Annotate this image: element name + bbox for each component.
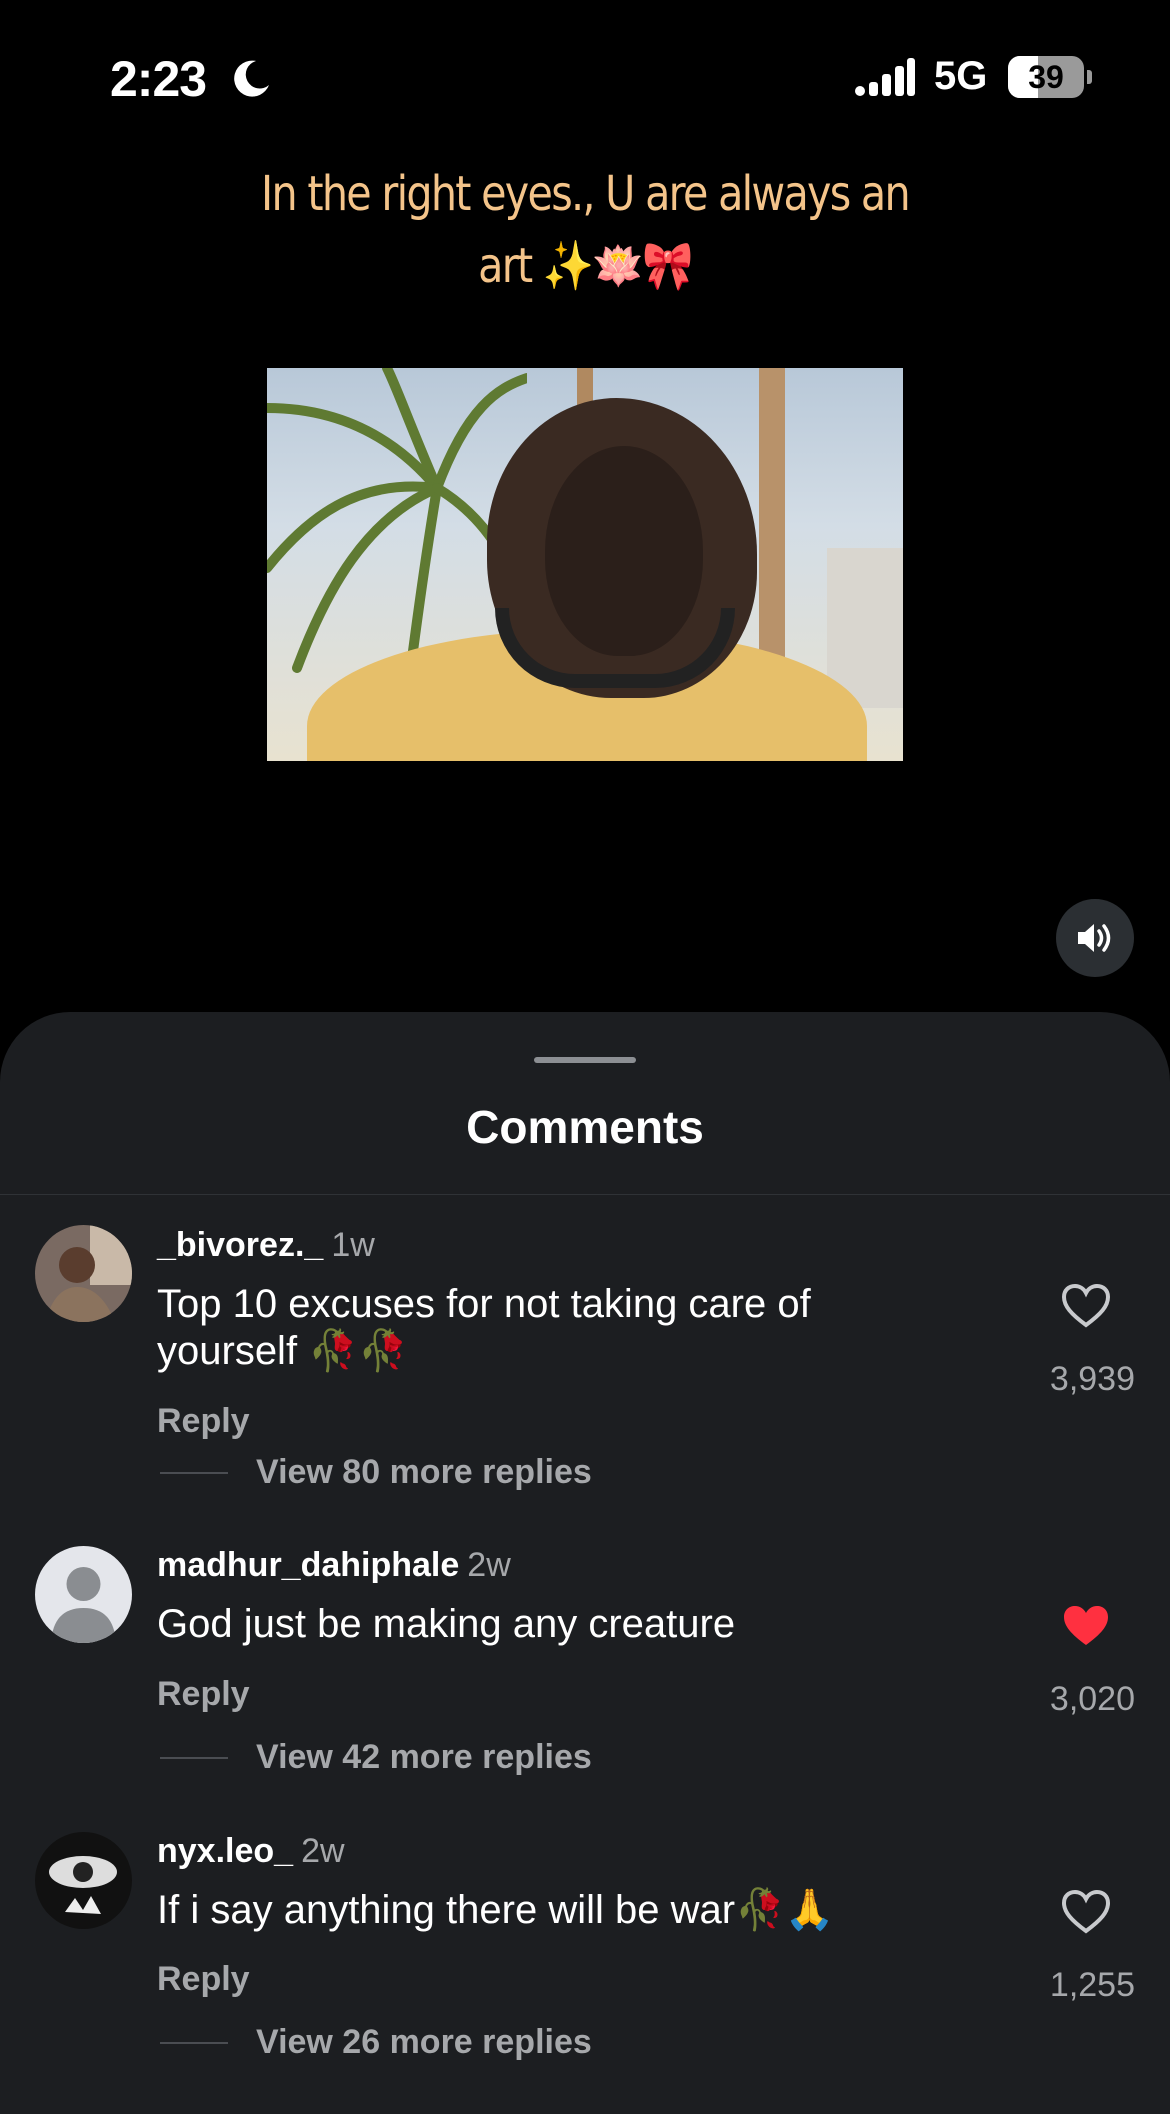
post-caption: In the right eyes., U are always an art … [261, 166, 911, 294]
comment-time: 2w [301, 1832, 345, 1870]
like-count: 3,020 [1049, 1680, 1135, 1718]
comment-time: 2w [467, 1546, 511, 1584]
battery-level: 39 [1028, 59, 1064, 95]
username-text[interactable]: _bivorez._ [157, 1226, 323, 1264]
comment-time: 1w [331, 1226, 375, 1264]
moon-icon [234, 60, 269, 97]
comment-username[interactable]: nyx.leo_ 2w [157, 1832, 345, 1871]
username-text[interactable]: madhur_dahiphale [157, 1546, 459, 1584]
network-type: 5G [934, 54, 988, 98]
battery-icon: 39 [1008, 56, 1084, 98]
view-replies-button[interactable]: View 42 more replies [256, 1738, 592, 1777]
comment-text: If i say anything there will be war🥀🙏 [157, 1888, 835, 1932]
divider [0, 1194, 1170, 1195]
like-count: 3,939 [1049, 1360, 1135, 1398]
comment-text: Top 10 excuses for not taking care of yo… [157, 1282, 811, 1373]
default-avatar-icon [35, 1546, 132, 1643]
view-replies-button[interactable]: View 80 more replies [256, 1453, 592, 1492]
view-replies-button[interactable]: View 26 more replies [256, 2023, 592, 2062]
comments-title: Comments [466, 1101, 704, 1153]
thread-line [160, 1472, 228, 1474]
comment-username[interactable]: _bivorez._ 1w [157, 1226, 375, 1265]
comment-username[interactable]: madhur_dahiphale 2w [157, 1546, 511, 1585]
heart-outline-icon[interactable] [1061, 1889, 1111, 1935]
avatar[interactable] [35, 1225, 132, 1322]
user-photo [35, 1832, 132, 1929]
reply-button[interactable]: Reply [157, 1960, 250, 1999]
comment-text: God just be making any creature [157, 1602, 736, 1646]
user-photo [35, 1225, 132, 1322]
reply-button[interactable]: Reply [157, 1675, 250, 1714]
speaker-icon [1078, 924, 1111, 952]
thread-line [160, 2042, 228, 2044]
sound-toggle-button[interactable] [1056, 899, 1134, 977]
battery-tip [1087, 70, 1092, 84]
video-player[interactable] [267, 368, 903, 761]
avatar[interactable] [35, 1546, 132, 1643]
heart-outline-icon[interactable] [1061, 1283, 1111, 1329]
reply-button[interactable]: Reply [157, 1402, 250, 1441]
username-text[interactable]: nyx.leo_ [157, 1832, 293, 1870]
heart-filled-icon[interactable] [1061, 1603, 1111, 1649]
signal-icon [855, 58, 915, 96]
status-time: 2:23 [110, 51, 207, 107]
like-count: 1,255 [1049, 1966, 1135, 2004]
thread-line [160, 1757, 228, 1759]
sheet-grabber-handle[interactable] [534, 1057, 636, 1063]
avatar[interactable] [35, 1832, 132, 1929]
